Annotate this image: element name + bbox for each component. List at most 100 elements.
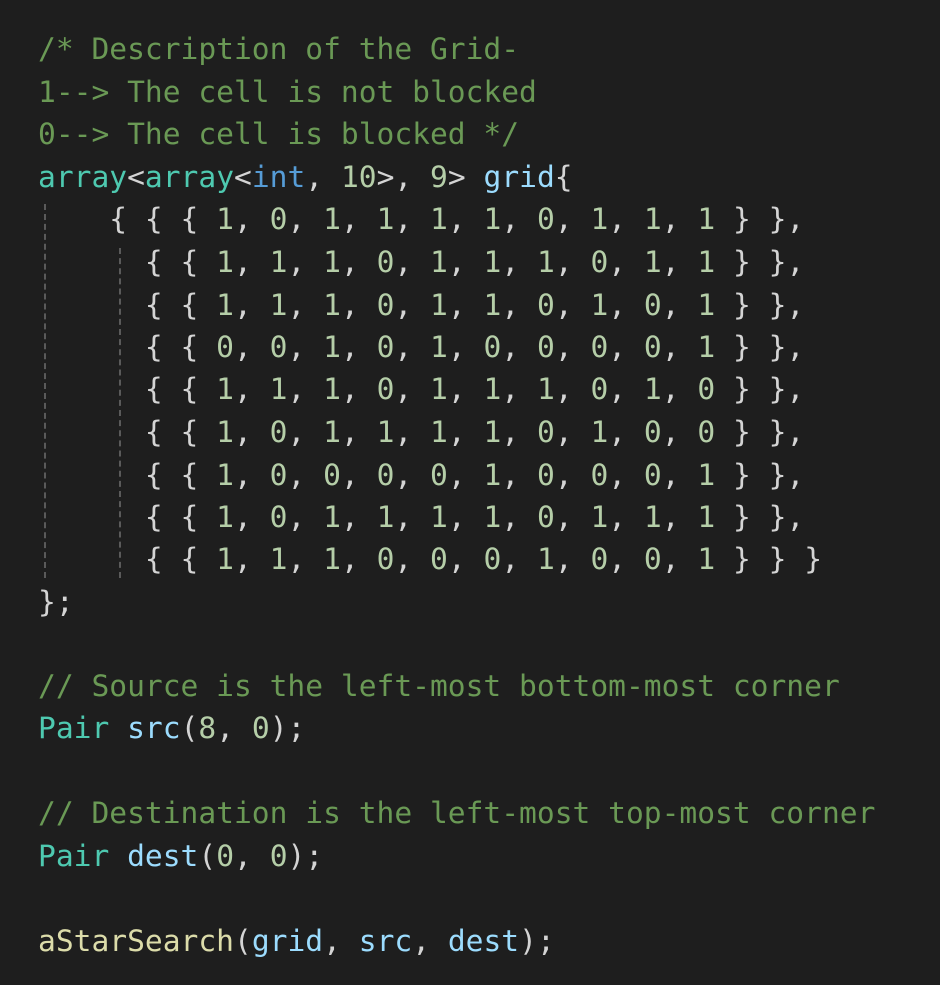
code-token: ,: [661, 372, 698, 406]
code-token: dest: [447, 924, 520, 958]
code-token: ,: [608, 500, 644, 534]
code-token: 0: [697, 415, 716, 449]
code-token: ,: [234, 202, 270, 236]
code-token: int: [251, 160, 306, 194]
code-token: } },: [715, 202, 805, 236]
code-line-1: /* Description of the Grid-: [38, 28, 519, 70]
code-token: ,: [340, 330, 377, 364]
code-token: 0: [536, 415, 555, 449]
code-token: { {: [38, 245, 217, 279]
code-token: 0: [251, 711, 270, 745]
code-token: 1: [536, 372, 555, 406]
code-token: { {: [38, 415, 217, 449]
code-token: aStarSearch: [38, 924, 234, 958]
code-token: );: [287, 839, 324, 873]
code-token: 1: [269, 372, 288, 406]
code-token: ,: [340, 202, 377, 236]
code-line-7: { { 1, 1, 1, 0, 1, 1, 0, 1, 0, 1 } },: [38, 284, 804, 326]
code-token: ,: [394, 372, 431, 406]
code-token: 1: [430, 372, 448, 406]
code-token: ,: [447, 500, 484, 534]
code-token: ,: [661, 330, 698, 364]
code-token: ,: [394, 202, 431, 236]
code-token: ,: [661, 245, 698, 279]
code-token: 1: [216, 415, 234, 449]
code-token: { {: [38, 542, 217, 576]
code-token: 0: [643, 458, 662, 492]
code-token: ,: [447, 330, 484, 364]
code-token: ,: [554, 202, 591, 236]
code-token: 0: [376, 458, 395, 492]
code-token: 1: [590, 415, 609, 449]
code-token: Pair: [38, 711, 110, 745]
code-token: ,: [447, 372, 484, 406]
code-token: grid: [251, 924, 324, 958]
code-token: 1: [483, 500, 502, 534]
code-token: } } }: [715, 542, 823, 576]
code-token: ,: [661, 288, 698, 322]
code-token: 1: [697, 245, 716, 279]
code-token: array: [144, 160, 235, 194]
code-line-14: };: [38, 581, 74, 623]
code-token: 1: [590, 288, 609, 322]
code-token: 0: [590, 542, 609, 576]
code-token: ,: [287, 500, 324, 534]
code-token: <: [234, 160, 252, 194]
code-token: 0--> The cell is blocked */: [38, 117, 520, 151]
code-token: { {: [38, 330, 217, 364]
code-token: ,: [323, 924, 359, 958]
code-token: (: [198, 839, 217, 873]
code-token: 1: [483, 288, 502, 322]
code-token: ,: [234, 839, 270, 873]
code-token: 1: [376, 415, 395, 449]
code-token: 1: [269, 542, 288, 576]
code-token: ,: [447, 415, 484, 449]
code-token: ,: [661, 202, 698, 236]
code-line-5: { { { 1, 0, 1, 1, 1, 1, 0, 1, 1, 1 } },: [38, 198, 804, 240]
code-token: 0: [269, 839, 288, 873]
code-token: 0: [536, 288, 555, 322]
code-token: 0: [590, 245, 609, 279]
code-token: 1: [323, 372, 341, 406]
code-token: 1: [216, 500, 234, 534]
code-token: 0: [216, 839, 235, 873]
code-line-17: Pair src(8, 0);: [38, 707, 305, 749]
code-token: ,: [554, 372, 591, 406]
code-token: ,: [394, 500, 431, 534]
code-editor[interactable]: /* Description of the Grid- 1--> The cell…: [0, 0, 940, 985]
code-token: 0: [643, 330, 662, 364]
code-token: 1: [643, 372, 662, 406]
code-token: 0: [430, 458, 448, 492]
code-token: 1: [216, 245, 234, 279]
code-token: 0: [483, 542, 502, 576]
code-token: ,: [394, 415, 431, 449]
code-token: );: [269, 711, 306, 745]
code-token: ,: [554, 288, 591, 322]
code-line-3: 0--> The cell is blocked */: [38, 113, 519, 155]
code-line-6: { { 1, 1, 1, 0, 1, 1, 1, 0, 1, 1 } },: [38, 241, 804, 283]
code-token: } },: [715, 415, 805, 449]
code-token: { {: [38, 288, 217, 322]
code-token: };: [38, 585, 74, 619]
code-line-10: { { 1, 0, 1, 1, 1, 1, 0, 1, 0, 0 } },: [38, 411, 804, 453]
code-token: ,: [394, 458, 431, 492]
code-token: ,: [501, 288, 537, 322]
code-token: 0: [376, 542, 395, 576]
code-token: // Destination is the left-most top-most…: [38, 796, 876, 830]
code-token: 1: [216, 458, 234, 492]
code-token: (: [234, 924, 252, 958]
code-token: ,: [340, 542, 377, 576]
code-token: Pair: [38, 839, 110, 873]
code-line-13: { { 1, 1, 1, 0, 0, 0, 1, 0, 0, 1 } } }: [38, 538, 822, 580]
code-token: ,: [501, 415, 537, 449]
code-token: ,: [608, 415, 644, 449]
code-token: ,: [340, 500, 377, 534]
code-token: 1: [216, 372, 234, 406]
code-token: 1: [697, 288, 716, 322]
code-token: } },: [715, 372, 805, 406]
code-token: /* Description of the Grid-: [38, 32, 520, 66]
code-line-16: // Source is the left-most bottom-most c…: [38, 665, 840, 707]
code-token: 1: [643, 202, 662, 236]
code-token: 0: [376, 245, 395, 279]
